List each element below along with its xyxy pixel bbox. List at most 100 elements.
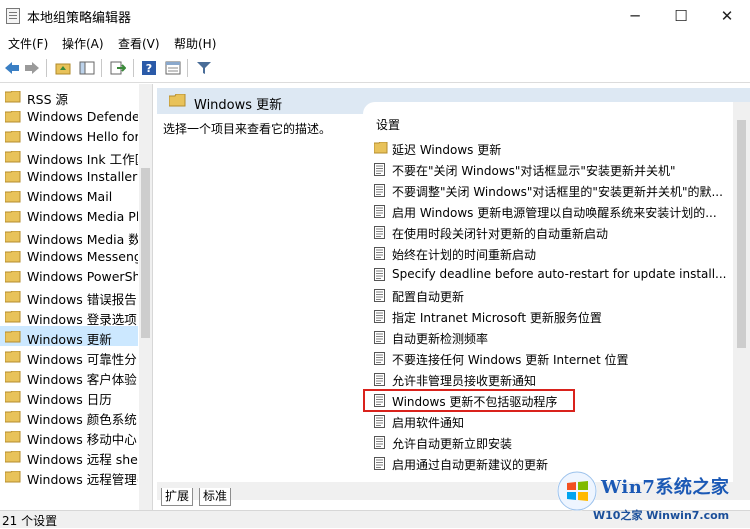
status-text: 21 个设置 <box>2 514 58 528</box>
tree-item[interactable]: Windows 登录选项 <box>0 306 138 326</box>
tree-item[interactable]: Windows Messeng <box>0 246 138 266</box>
tab-standard[interactable]: 标准 <box>199 488 232 506</box>
svg-text:?: ? <box>146 62 152 75</box>
tree-item-label: Windows 日历 <box>27 392 112 406</box>
tree-item[interactable]: Windows Media Pl <box>0 206 138 226</box>
toolbar: ? <box>0 54 750 83</box>
tree-item[interactable]: Windows Ink 工作区 <box>0 146 138 166</box>
policy-row[interactable]: 自动更新检测频率 <box>370 327 728 348</box>
policy-setting-icon <box>374 415 385 428</box>
tree-item[interactable]: Windows Installer <box>0 166 138 186</box>
toolbar-separator <box>46 59 47 77</box>
tree-item[interactable]: Windows Mail <box>0 186 138 206</box>
policy-row[interactable]: 不要在"关闭 Windows"对话框显示"安装更新并关机" <box>370 159 728 180</box>
tree-item-label: Windows Hello for <box>27 129 138 144</box>
policy-setting-icon <box>374 457 385 470</box>
tree-scrollbar-thumb[interactable] <box>141 168 150 338</box>
tree-item[interactable]: Windows 更新 <box>0 326 138 346</box>
help-icon[interactable]: ? <box>140 59 158 77</box>
filter-icon[interactable] <box>195 59 213 77</box>
folder-icon <box>4 110 21 126</box>
watermark-brand: Win7系统之家 <box>601 477 730 498</box>
folder-icon <box>4 130 21 146</box>
tree-item-label: Windows 颜色系统 <box>27 412 137 426</box>
tree-item[interactable]: Windows 移动中心 <box>0 426 138 446</box>
tree-item-label: Windows Mail <box>27 189 113 204</box>
show-hide-tree-icon[interactable] <box>78 59 96 77</box>
tree-item[interactable]: Windows 颜色系统 <box>0 406 138 426</box>
up-folder-icon[interactable] <box>54 59 72 77</box>
policy-row[interactable]: 启用软件通知 <box>370 411 728 432</box>
policy-row-label: 指定 Intranet Microsoft 更新服务位置 <box>392 311 602 325</box>
policy-row-label: 始终在计划的时间重新启动 <box>392 248 537 262</box>
tree-item[interactable]: Windows 远程 shel <box>0 446 138 466</box>
policy-row[interactable]: 允许自动更新立即安装 <box>370 432 728 453</box>
back-icon[interactable] <box>3 59 21 77</box>
menu-file[interactable]: 文件(F) <box>8 35 48 52</box>
policy-row[interactable]: 指定 Intranet Microsoft 更新服务位置 <box>370 306 728 327</box>
policy-setting-icon <box>374 373 385 386</box>
tree-item-label: Windows PowerSh <box>27 269 138 284</box>
forward-icon[interactable] <box>23 59 41 77</box>
tree-item-label: Windows 更新 <box>27 332 112 346</box>
menu-view[interactable]: 查看(V) <box>118 35 160 52</box>
tree-item[interactable]: Windows 错误报告 <box>0 286 138 306</box>
settings-scrollbar[interactable] <box>733 102 750 482</box>
tree-item[interactable]: Windows PowerSh <box>0 266 138 286</box>
tree-scrollbar[interactable] <box>139 84 152 510</box>
policy-row[interactable]: 允许非管理员接收更新通知 <box>370 369 728 390</box>
export-icon[interactable] <box>109 59 127 77</box>
tree-item[interactable]: RSS 源 <box>0 86 138 106</box>
policy-row[interactable]: 不要调整"关闭 Windows"对话框里的"安装更新并关机"的默... <box>370 180 728 201</box>
folder-icon <box>4 250 21 266</box>
toolbar-separator <box>187 59 188 77</box>
tree-item[interactable]: Windows 远程管理( <box>0 466 138 486</box>
watermark: Win7系统之家 W10之家 Winwin7.com <box>553 467 750 528</box>
maximize-button[interactable]: ☐ <box>658 0 704 32</box>
policy-row-label: Specify deadline before auto-restart for… <box>392 267 727 281</box>
policy-row-label: 自动更新检测频率 <box>392 332 489 346</box>
policy-row[interactable]: 在使用时段关闭针对更新的自动重新启动 <box>370 222 728 243</box>
tree-item[interactable]: Windows 可靠性分 <box>0 346 138 366</box>
settings-scrollbar-thumb[interactable] <box>737 120 746 348</box>
column-header-settings[interactable]: 设置 <box>376 116 400 133</box>
policy-row[interactable]: 配置自动更新 <box>370 285 728 306</box>
detail-header-title: Windows 更新 <box>194 98 283 113</box>
tree-item-label: Windows 可靠性分 <box>27 352 137 366</box>
policy-row[interactable]: 不要连接任何 Windows 更新 Internet 位置 <box>370 348 728 369</box>
minimize-button[interactable]: ─ <box>612 0 658 32</box>
folder-icon <box>4 430 21 446</box>
policy-setting-icon <box>374 331 385 344</box>
tree-item[interactable]: Windows Media 数 <box>0 226 138 246</box>
tab-extended[interactable]: 扩展 <box>161 488 194 506</box>
tree-item[interactable]: Windows Hello for <box>0 126 138 146</box>
policy-setting-icon <box>374 247 385 260</box>
policy-row-label: 延迟 Windows 更新 <box>392 143 502 157</box>
policy-row[interactable]: 始终在计划的时间重新启动 <box>370 243 728 264</box>
tree-pane[interactable]: RSS 源 Windows Defender Windows Hello for Wi… <box>0 84 153 510</box>
tree-item-label: Windows 远程 shel <box>27 452 138 466</box>
settings-folder-row[interactable]: 延迟 Windows 更新 <box>370 138 728 159</box>
folder-icon <box>4 290 21 306</box>
menu-help[interactable]: 帮助(H) <box>174 35 216 52</box>
tree-item[interactable]: Windows Defender <box>0 106 138 126</box>
view-tabs: 扩展 标准 <box>157 488 267 508</box>
folder-icon <box>4 270 21 286</box>
tree-item-label: Windows Defender <box>27 109 138 124</box>
toolbar-separator <box>101 59 102 77</box>
watermark-url: W10之家 Winwin7.com <box>593 509 730 522</box>
tree-item[interactable]: Windows 客户体验 <box>0 366 138 386</box>
policy-row-label: 在使用时段关闭针对更新的自动重新启动 <box>392 227 609 241</box>
policy-row[interactable]: Specify deadline before auto-restart for… <box>370 264 728 285</box>
folder-icon <box>4 370 21 386</box>
close-button[interactable]: ✕ <box>704 0 750 32</box>
settings-list[interactable]: 设置 延迟 Windows 更新不要在"关闭 Windows"对话框显示"安装更… <box>363 102 750 482</box>
properties-icon[interactable] <box>164 59 182 77</box>
policy-row[interactable]: 启用 Windows 更新电源管理以自动唤醒系统来安装计划的... <box>370 201 728 222</box>
policy-setting-icon <box>374 205 385 218</box>
tree-item[interactable]: Windows 日历 <box>0 386 138 406</box>
policy-row-label: 启用 Windows 更新电源管理以自动唤醒系统来安装计划的... <box>392 206 717 220</box>
menu-action[interactable]: 操作(A) <box>62 35 104 52</box>
tree-item-label: Windows Ink 工作区 <box>27 152 138 166</box>
folder-icon <box>4 150 21 166</box>
